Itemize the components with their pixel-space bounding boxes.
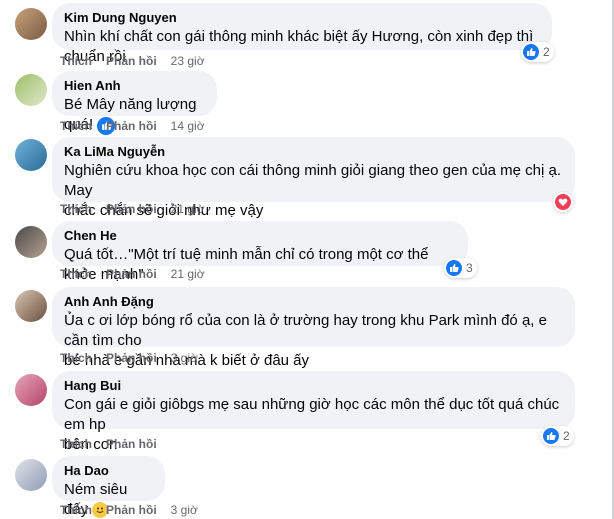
comment-author[interactable]: Anh Anh Đặng [64,293,564,310]
avatar[interactable] [15,139,47,171]
comment-author[interactable]: Kim Dung Nguyen [64,9,541,26]
avatar[interactable] [15,226,47,258]
comment-actions: Thích Phản hồi 21 giờ [60,266,205,282]
reaction-count: 2 [563,429,570,443]
like-button[interactable]: Thích [60,202,92,216]
comment-actions: Thích Phản hồi 21 giờ [60,201,205,217]
like-button[interactable]: Thích [60,267,92,281]
like-button[interactable]: Thích [60,119,92,133]
reply-button[interactable]: Phản hồi [106,54,157,68]
like-icon [523,44,539,60]
comment-actions: Thích Phản hồi 3 giờ [60,350,198,366]
comment-text-line: Con gái e giỏi giôbgs mẹ sau những giờ h… [64,396,560,433]
avatar[interactable] [15,74,47,106]
avatar[interactable] [15,290,47,322]
comment-actions: Thích Phản hồi 14 giờ [60,118,205,134]
like-button[interactable]: Thích [60,54,92,68]
reply-button[interactable]: Phản hồi [106,351,157,365]
comment-time[interactable]: 3 giờ [171,503,198,517]
comment-time[interactable]: 14 giờ [171,119,205,133]
avatar[interactable] [15,459,47,491]
comment-bubble: Chen He Quá tốt…"Một trí tuệ minh mẫn ch… [52,221,468,283]
reply-button[interactable]: Phản hồi [106,119,157,133]
comment-actions: Thích Phản hồi 3 giờ [60,502,198,518]
comment-author[interactable]: Hang Bui [64,377,564,394]
comment-bubble: Anh Anh Đặng Ủa c ơi lớp bóng rổ của con… [52,287,575,369]
reply-button[interactable]: Phản hồi [106,503,157,517]
comment-time[interactable]: 3 giờ [171,351,198,365]
like-icon [446,260,462,276]
comment-time[interactable]: 21 giờ [171,202,205,216]
comment-time[interactable]: 21 giờ [171,267,205,281]
reaction-count: 3 [466,261,473,275]
comment-author[interactable]: Ha Dao [64,462,154,479]
comment-bubble: Ka LiMa Nguyễn Nghiên cứu khoa học con c… [52,137,575,219]
reply-button[interactable]: Phản hồi [106,267,157,281]
like-icon [543,428,559,444]
reaction-badge[interactable]: 2 [521,42,554,62]
comment-author[interactable]: Hien Anh [64,77,206,94]
reply-button[interactable]: Phản hồi [106,437,157,451]
like-button[interactable]: Thích [60,503,92,517]
comment-actions: Thích Phản hồi 23 giờ [60,53,205,69]
like-button[interactable]: Thích [60,351,92,365]
reaction-count: 2 [543,45,550,59]
comment-text-line: Nghiên cứu khoa học con cái thông minh g… [64,162,562,199]
reply-button[interactable]: Phản hồi [106,202,157,216]
comment-bubble: Hang Bui Con gái e giỏi giôbgs mẹ sau nh… [52,371,575,453]
comment-text-line: Ủa c ơi lớp bóng rổ của con là ở trường … [64,312,547,349]
reaction-badge[interactable]: 3 [444,258,477,278]
reaction-badge[interactable] [553,192,573,212]
comment-author[interactable]: Ka LiMa Nguyễn [64,143,564,160]
comment-bubble: Kim Dung Nguyen Nhìn khí chất con gái th… [52,3,552,65]
comment-bubble: Ha Dao Ném siêu đấy [52,456,165,518]
comment-author[interactable]: Chen He [64,227,457,244]
comment-time[interactable]: 23 giờ [171,54,205,68]
avatar[interactable] [15,374,47,406]
comment-actions: Thích Phản hồi [60,436,171,452]
heart-icon [555,194,571,210]
comment-bubble: Hien Anh Bé Mây năng lượng quá! [52,71,217,135]
like-button[interactable]: Thích [60,437,92,451]
reaction-badge[interactable]: 2 [541,426,574,446]
avatar[interactable] [15,8,47,40]
